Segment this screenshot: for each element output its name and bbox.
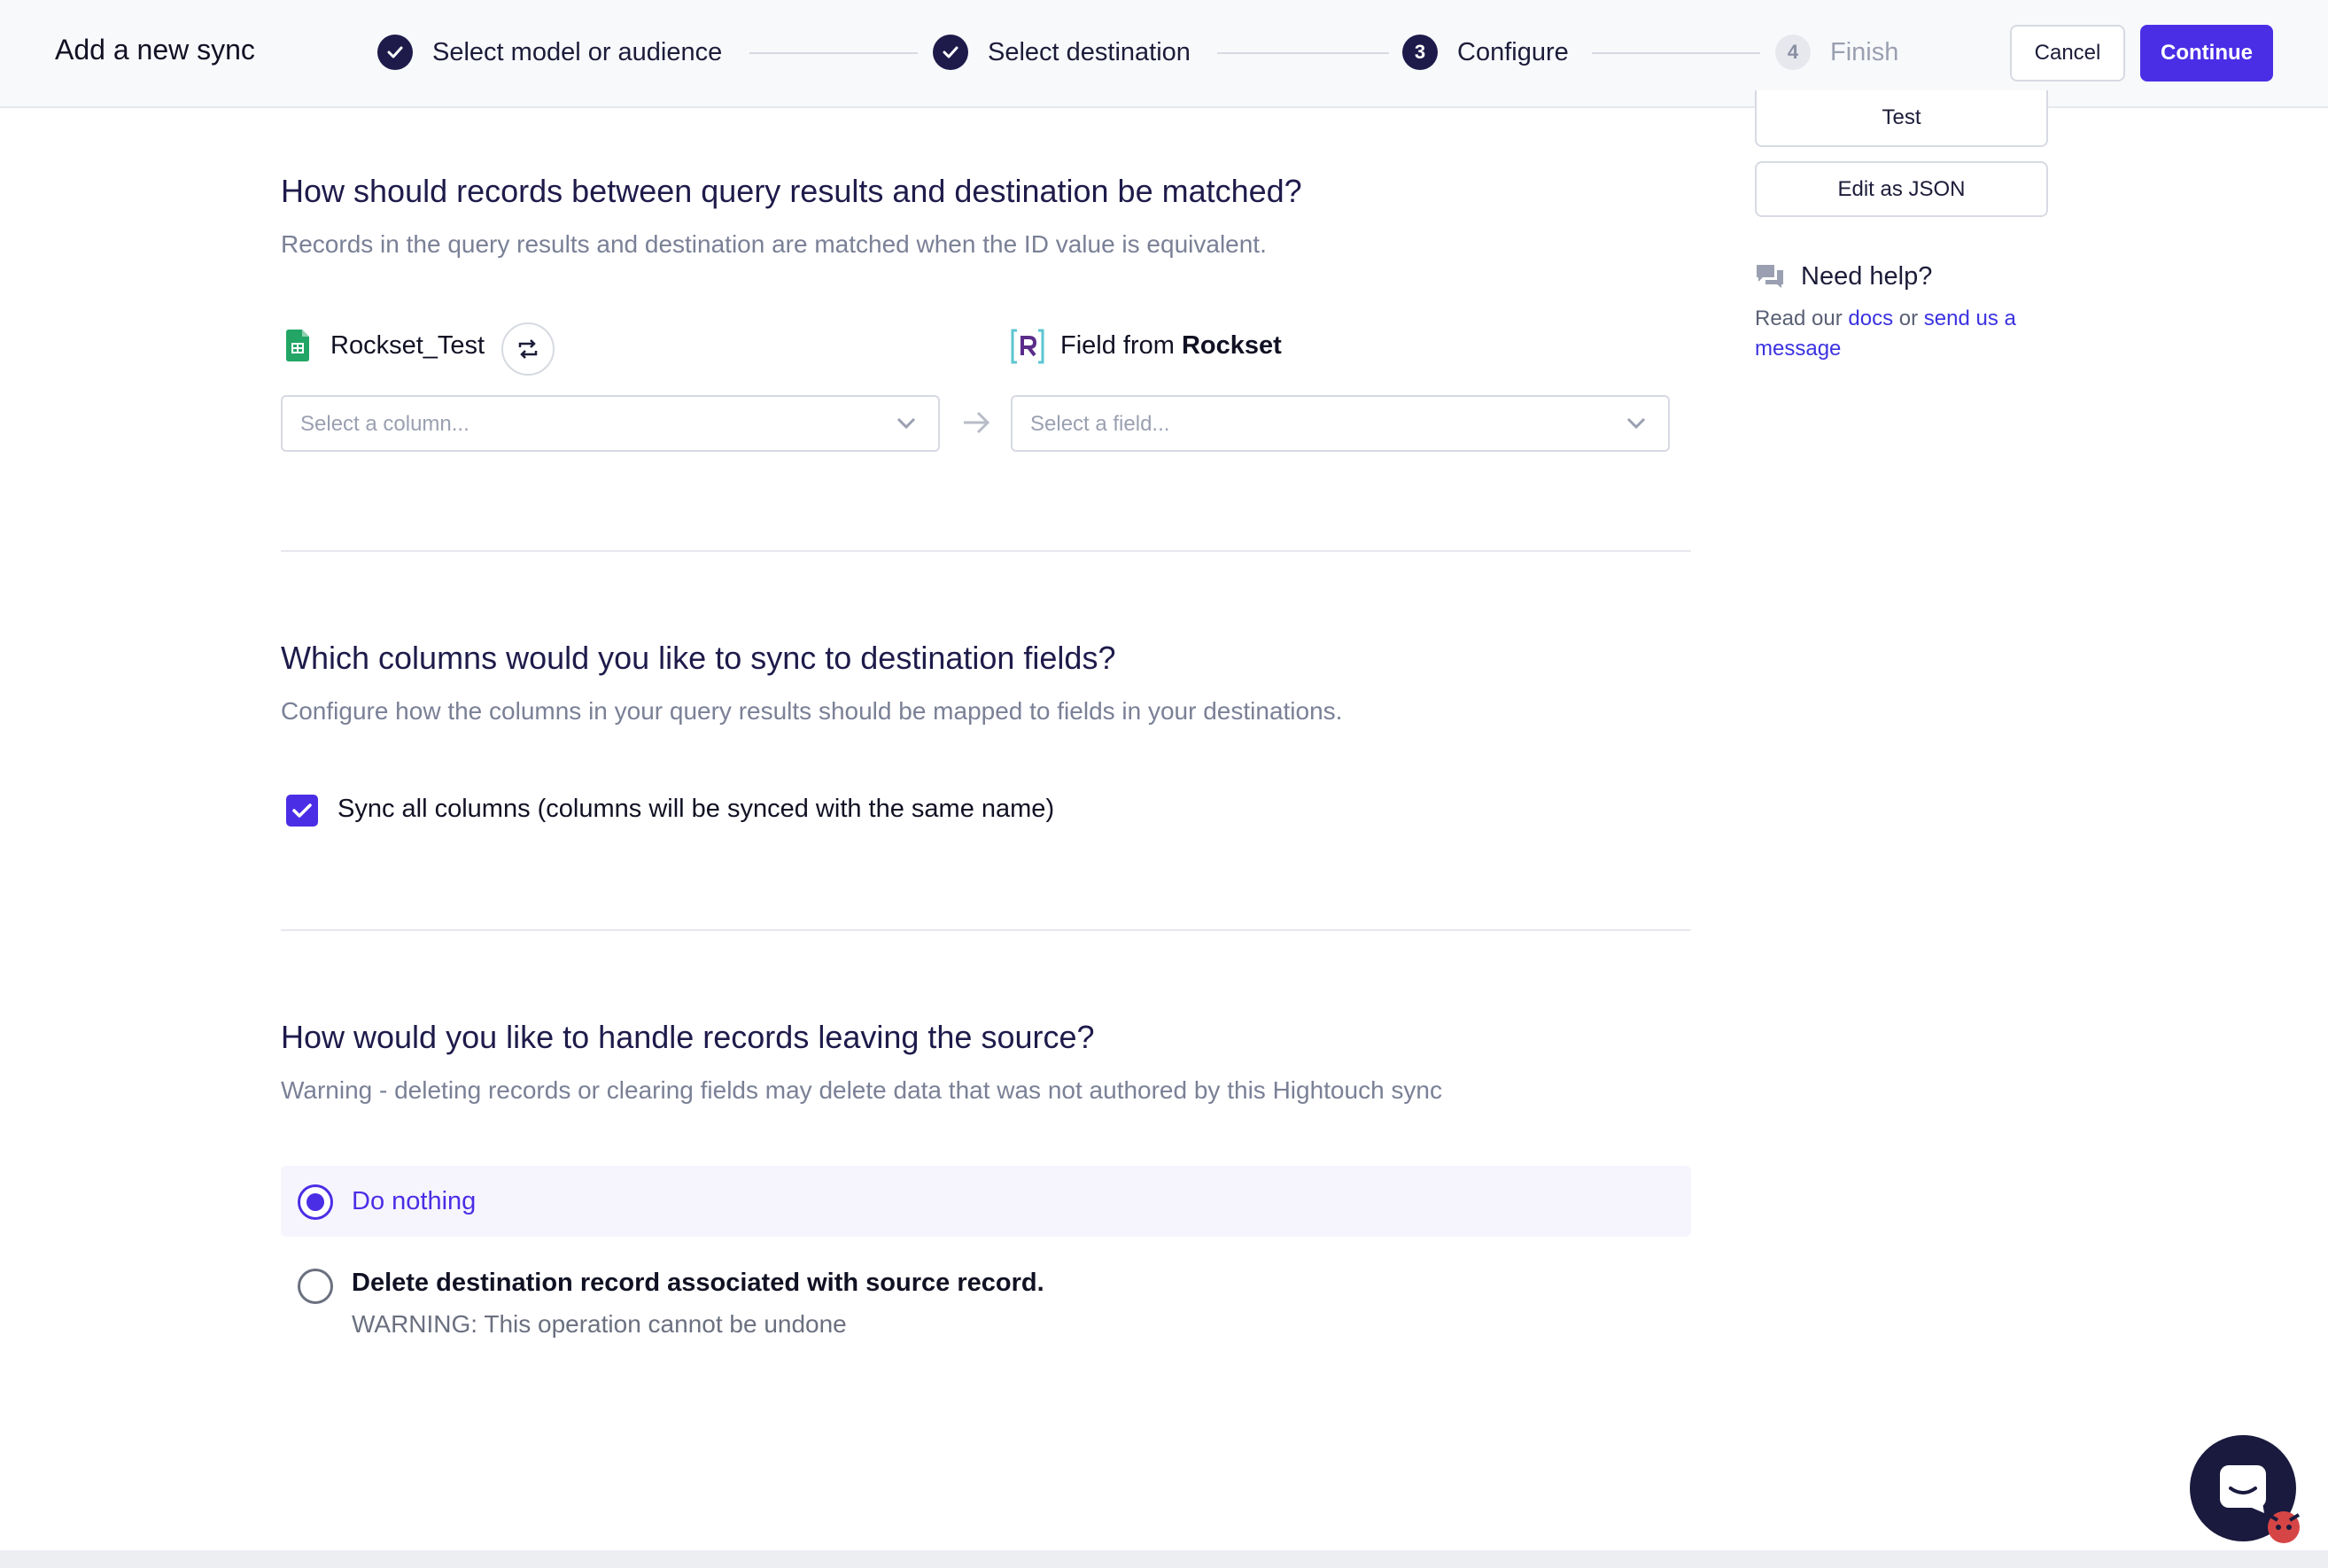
arrow-right-icon xyxy=(964,411,990,434)
step-label: Select destination xyxy=(988,37,1191,66)
match-section-subtitle: Records in the query results and destina… xyxy=(281,230,1267,258)
sync-all-checkbox[interactable] xyxy=(286,795,318,827)
leaving-section-title: How would you like to handle records lea… xyxy=(281,1019,1095,1055)
step-number: 3 xyxy=(1402,35,1438,70)
step-select-model[interactable]: Select model or audience xyxy=(377,32,722,73)
mascot-badge-icon xyxy=(2267,1511,2301,1543)
match-section-title: How should records between query results… xyxy=(281,173,1302,209)
step-number: 4 xyxy=(1775,35,1811,70)
check-icon xyxy=(292,803,312,818)
help-title: Need help? xyxy=(1801,262,1933,291)
columns-section-subtitle: Configure how the columns in your query … xyxy=(281,697,1343,725)
docs-link[interactable]: docs xyxy=(1848,307,1893,330)
section-divider xyxy=(281,550,1691,552)
help-text: Read our docs or send us a message xyxy=(1755,304,2056,364)
google-sheets-icon xyxy=(286,330,309,361)
test-button[interactable]: Test xyxy=(1755,90,2048,147)
step-configure[interactable]: 3 Configure xyxy=(1402,32,1569,73)
do-nothing-radio[interactable] xyxy=(298,1184,333,1220)
rockset-logo-icon xyxy=(1010,328,1045,365)
check-icon xyxy=(933,35,968,70)
step-label: Configure xyxy=(1457,37,1569,66)
edit-as-json-button[interactable]: Edit as JSON xyxy=(1755,161,2048,217)
page-title: Add a new sync xyxy=(55,34,255,66)
source-model-name: Rockset_Test xyxy=(330,331,485,360)
column-select-placeholder: Select a column... xyxy=(300,412,469,436)
option-do-nothing-row[interactable] xyxy=(281,1166,1691,1237)
continue-button[interactable]: Continue xyxy=(2140,25,2273,82)
destination-field-prefix: Field from xyxy=(1060,331,1182,360)
sync-all-label[interactable]: Sync all columns (columns will be synced… xyxy=(338,795,1054,824)
field-select-placeholder: Select a field... xyxy=(1030,412,1170,436)
help-text-middle: or xyxy=(1893,307,1924,330)
field-select[interactable]: Select a field... xyxy=(1011,395,1670,452)
step-label: Select model or audience xyxy=(432,37,723,66)
section-divider xyxy=(281,929,1691,931)
destination-name: Rockset xyxy=(1181,331,1282,360)
do-nothing-label[interactable]: Do nothing xyxy=(352,1187,476,1216)
step-select-destination[interactable]: Select destination xyxy=(933,32,1191,73)
chevron-down-icon xyxy=(896,417,916,430)
delete-record-warning: WARNING: This operation cannot be undone xyxy=(352,1310,847,1338)
cancel-button[interactable]: Cancel xyxy=(2010,25,2125,82)
step-label: Finish xyxy=(1830,37,1899,66)
swap-icon xyxy=(518,339,538,359)
step-finish[interactable]: 4 Finish xyxy=(1775,32,1898,73)
check-icon xyxy=(377,35,413,70)
leaving-section-subtitle: Warning - deleting records or clearing f… xyxy=(281,1076,1442,1104)
help-text-prefix: Read our xyxy=(1755,307,1849,330)
swap-button[interactable] xyxy=(501,322,555,376)
step-connector xyxy=(1592,52,1760,54)
column-select[interactable]: Select a column... xyxy=(281,395,940,452)
bottom-scrollbar xyxy=(0,1550,2328,1568)
delete-record-label[interactable]: Delete destination record associated wit… xyxy=(352,1269,1044,1298)
chat-bubbles-icon xyxy=(1755,263,1785,290)
destination-field-heading: Field from Rockset xyxy=(1060,331,1282,361)
delete-record-radio[interactable] xyxy=(298,1269,333,1304)
step-connector xyxy=(1217,52,1389,54)
chevron-down-icon xyxy=(1626,417,1646,430)
columns-section-title: Which columns would you like to sync to … xyxy=(281,640,1116,676)
step-connector xyxy=(749,52,918,54)
